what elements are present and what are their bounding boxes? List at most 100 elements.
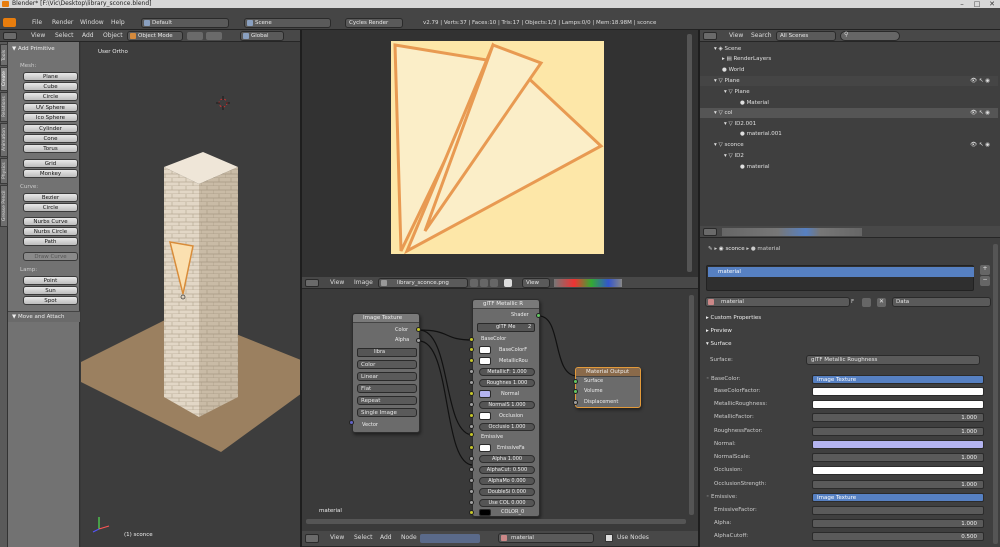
roughnessfactor-field[interactable]: Roughnes 1.000 (479, 379, 535, 387)
interpolation-select[interactable]: Linear (357, 372, 417, 381)
emissivefactor-field[interactable] (812, 506, 984, 515)
image-open-icon[interactable] (490, 279, 498, 287)
image-editor-type-icon[interactable] (305, 279, 319, 287)
occlusionstrength-socket[interactable] (469, 424, 474, 429)
layout-selector[interactable]: Default (141, 18, 229, 28)
outliner-row[interactable]: ● Material (700, 98, 998, 108)
basecolorfactor-swatch[interactable] (479, 346, 491, 354)
menu-add[interactable]: Add (82, 32, 94, 40)
occlusion-socket[interactable] (469, 413, 474, 418)
add-circle-button[interactable]: Circle (23, 92, 78, 101)
usecolor0-field[interactable]: Use COL 0.000 (479, 499, 535, 507)
node-menu-select[interactable]: Select (354, 534, 373, 542)
link-type-selector[interactable]: Data (892, 297, 991, 307)
alphacutoff-field[interactable]: 0.500 (812, 532, 984, 541)
outliner-menu-search[interactable]: Search (751, 32, 772, 40)
scene-selector[interactable]: Scene (244, 18, 331, 28)
usecolor0-socket[interactable] (469, 500, 474, 505)
outliner-row[interactable]: ▾ ▽ ID2 (700, 151, 998, 161)
add-uv-sphere-button[interactable]: UV Sphere (23, 103, 78, 112)
surface-shader-selector[interactable]: glTF Metallic Roughness (806, 355, 980, 365)
menu-render[interactable]: Render (52, 19, 73, 27)
metallicfactor-field[interactable]: 1.000 (812, 413, 984, 422)
maximize-button[interactable]: □ (969, 0, 985, 8)
metallicfactor-field[interactable]: MetallicF: 1.000 (479, 368, 535, 376)
node-menu-add[interactable]: Add (380, 534, 392, 542)
emissivefactor-swatch[interactable] (479, 444, 491, 452)
metallicrough-swatch[interactable] (479, 357, 491, 365)
outliner-row[interactable]: ▾ ▽ ID2.001 (700, 119, 998, 129)
close-button[interactable]: ✕ (984, 0, 1000, 8)
use-nodes-checkbox[interactable] (605, 534, 613, 542)
tab-create[interactable]: Create (0, 67, 8, 91)
menu-help[interactable]: Help (111, 19, 125, 27)
tab-grease-pencil[interactable]: Grease Pencil (0, 185, 8, 227)
emissive-link-field[interactable]: Image Texture (812, 493, 984, 502)
extension-select[interactable]: Repeat (357, 396, 417, 405)
view-mode-selector[interactable]: View (522, 278, 550, 288)
properties-scrollbar[interactable] (993, 244, 998, 544)
alphacutoff-socket[interactable] (469, 467, 474, 472)
3d-cursor-icon[interactable] (216, 96, 230, 110)
minimize-button[interactable]: – (954, 0, 970, 8)
alphamode-socket[interactable] (469, 478, 474, 483)
node-menu-node[interactable]: Node (401, 534, 417, 542)
mode-selector[interactable]: Object Mode (127, 31, 183, 41)
outliner-row[interactable]: ▾ ▽ Plane (700, 87, 998, 97)
surface-panel[interactable]: ▾ Surface (706, 340, 731, 348)
occlusionstrength-field[interactable]: Occlusio 1.000 (479, 423, 535, 431)
alpha-field[interactable]: 1.000 (812, 519, 984, 528)
3d-viewport[interactable]: User Ortho (1) sconce (81, 42, 300, 547)
roughnessfactor-socket[interactable] (469, 380, 474, 385)
draw-curve-button[interactable]: Draw Curve (23, 252, 78, 261)
node-v-scrollbar[interactable] (689, 295, 694, 515)
shading-icon[interactable] (187, 32, 203, 40)
outliner[interactable]: ▾ ◈ Scene ▸ ▤ RenderLayers ● World ▾ ▽ P… (700, 42, 1000, 226)
gltf-metallic-roughness-node[interactable]: glTF Metallic R Shader glTF Me 2 BaseColo… (472, 299, 540, 517)
displacement-input-socket[interactable] (573, 400, 578, 405)
tab-tools[interactable]: Tools (0, 44, 8, 66)
add-nurbs-curve-button[interactable]: Nurbs Curve (23, 217, 78, 226)
outliner-row[interactable]: ▸ ▤ RenderLayers (700, 54, 998, 64)
alphamode-field[interactable]: AlphaMo 0.000 (479, 477, 535, 485)
node-group-selector[interactable]: glTF Me 2 (477, 323, 535, 332)
add-curve-circle-button[interactable]: Circle (23, 203, 78, 212)
add-ico-sphere-button[interactable]: Ico Sphere (23, 113, 78, 122)
normal-swatch[interactable] (479, 390, 491, 398)
source-select[interactable]: Single Image (357, 408, 417, 417)
normalscale-socket[interactable] (469, 402, 474, 407)
image-vector-input-socket[interactable] (349, 420, 354, 425)
add-spot-lamp-button[interactable]: Spot (23, 296, 78, 305)
doublesided-field[interactable]: DoubleSi 0.000 (479, 488, 535, 496)
normal-socket[interactable] (469, 391, 474, 396)
basecolorfactor-socket[interactable] (469, 347, 474, 352)
pin-icon-props[interactable]: ✎ ▸ ◉ sconce ▸ ● material (708, 245, 780, 253)
color-space-select[interactable]: Color (357, 360, 417, 369)
add-cone-button[interactable]: Cone (23, 134, 78, 143)
editor-type-icon[interactable] (3, 18, 16, 27)
move-attach-panel[interactable]: ▼ Move and Attach (8, 311, 80, 322)
node-h-scrollbar[interactable] (306, 519, 686, 524)
metallicrough-field[interactable] (812, 400, 984, 409)
new-material-icon[interactable] (862, 298, 871, 307)
roughnessfactor-field[interactable]: 1.000 (812, 427, 984, 436)
outliner-search-input[interactable]: ⚲ (840, 31, 900, 41)
add-cylinder-button[interactable]: Cylinder (23, 124, 78, 133)
add-bezier-button[interactable]: Bezier (23, 193, 78, 202)
pivot-icon[interactable] (206, 32, 222, 40)
add-cube-button[interactable]: Cube (23, 82, 78, 91)
outliner-row[interactable]: ● material (700, 162, 998, 172)
image-scrollbar[interactable] (687, 34, 692, 272)
menu-object[interactable]: Object (103, 32, 123, 40)
add-plane-button[interactable]: Plane (23, 72, 78, 81)
add-torus-button[interactable]: Torus (23, 144, 78, 153)
doublesided-socket[interactable] (469, 489, 474, 494)
remove-slot-button[interactable]: − (980, 276, 990, 286)
image-alpha-output-socket[interactable] (416, 338, 421, 343)
outliner-row[interactable]: ● material.001 (700, 129, 998, 139)
color0-swatch[interactable] (479, 509, 491, 516)
properties-type-icon[interactable] (703, 228, 717, 236)
view3d-editor-icon[interactable] (3, 32, 17, 40)
occlusion-field[interactable] (812, 466, 984, 475)
add-monkey-button[interactable]: Monkey (23, 169, 78, 178)
